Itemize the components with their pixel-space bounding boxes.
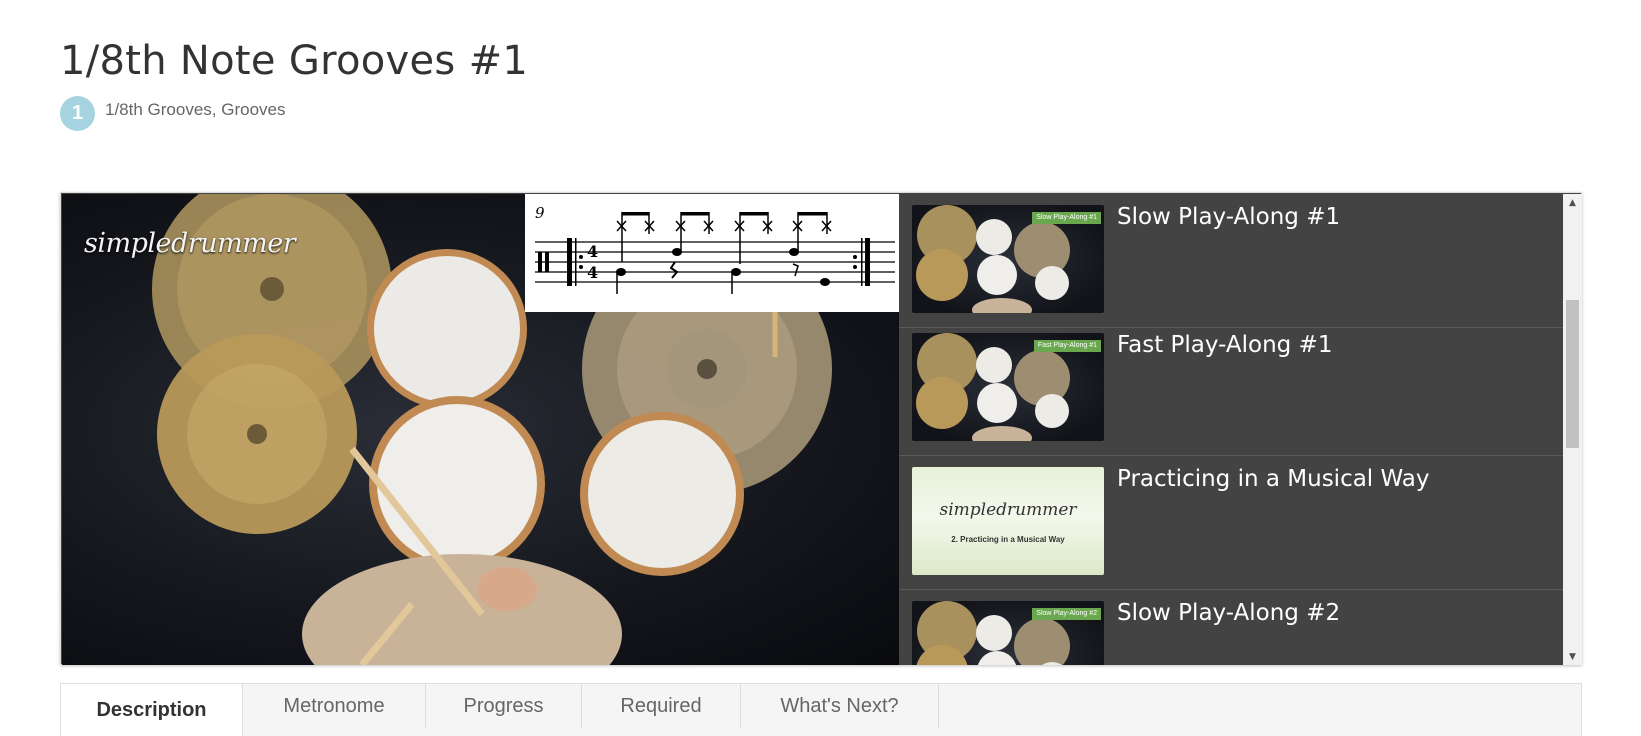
scrollbar-thumb[interactable] [1566, 300, 1579, 448]
drum-notation-overlay: 4 4 [525, 194, 899, 312]
thumbnail-tag: Slow Play-Along #2 [1032, 608, 1101, 620]
thumbnail-caption: 2. Practicing in a Musical Way [951, 535, 1065, 544]
playlist-item-title[interactable]: Fast Play-Along #1 [1117, 332, 1332, 358]
video-thumbnail[interactable]: Slow Play-Along #2 [912, 601, 1104, 665]
scroll-down-arrow-icon[interactable]: ▼ [1563, 648, 1582, 665]
lesson-meta: 1 1/8th Grooves, Grooves [60, 96, 285, 131]
tab-whats-next[interactable]: What's Next? [741, 684, 939, 729]
playlist-item[interactable]: Fast Play-Along #1 Fast Play-Along #1 [899, 322, 1563, 456]
thumbnail-tag: Fast Play-Along #1 [1033, 340, 1101, 352]
svg-text:4: 4 [587, 242, 598, 261]
playlist-item[interactable]: simpledrummer 2. Practicing in a Musical… [899, 456, 1563, 590]
video-player-frame: simpledrummer 4 4 9 Slow Play-Along #1 S… [60, 192, 1582, 665]
tab-required[interactable]: Required [582, 684, 741, 729]
svg-text:4: 4 [587, 263, 598, 282]
playlist-item-title[interactable]: Slow Play-Along #1 [1117, 204, 1340, 230]
level-badge: 1 [60, 96, 95, 131]
tab-metronome[interactable]: Metronome [243, 684, 426, 729]
playlist-item[interactable]: Slow Play-Along #1 Slow Play-Along #1 [899, 194, 1563, 328]
playlist-item-title[interactable]: Practicing in a Musical Way [1117, 466, 1430, 492]
scroll-up-arrow-icon[interactable]: ▲ [1563, 194, 1582, 211]
lesson-tabs: Description Metronome Progress Required … [60, 683, 1582, 736]
video-thumbnail[interactable]: Slow Play-Along #1 [912, 205, 1104, 313]
tab-description[interactable]: Description [61, 684, 243, 736]
video-playlist: Slow Play-Along #1 Slow Play-Along #1 Fa… [899, 194, 1563, 665]
playlist-scrollbar[interactable]: ▲ ▼ [1563, 194, 1582, 665]
video-thumbnail[interactable]: simpledrummer 2. Practicing in a Musical… [912, 467, 1104, 575]
tab-progress[interactable]: Progress [426, 684, 582, 729]
bar-number: 9 [535, 204, 545, 222]
lesson-categories[interactable]: 1/8th Grooves, Grooves [105, 100, 285, 120]
page-title: 1/8th Note Grooves #1 [60, 38, 529, 84]
video-player[interactable]: simpledrummer 4 4 9 [62, 194, 899, 665]
brand-watermark: simpledrummer [84, 228, 296, 259]
playlist-item-title[interactable]: Slow Play-Along #2 [1117, 600, 1340, 626]
thumbnail-tag: Slow Play-Along #1 [1032, 212, 1101, 224]
thumbnail-logo: simpledrummer [939, 500, 1077, 520]
playlist-item[interactable]: Slow Play-Along #2 Slow Play-Along #2 [899, 590, 1563, 665]
video-thumbnail[interactable]: Fast Play-Along #1 [912, 333, 1104, 441]
